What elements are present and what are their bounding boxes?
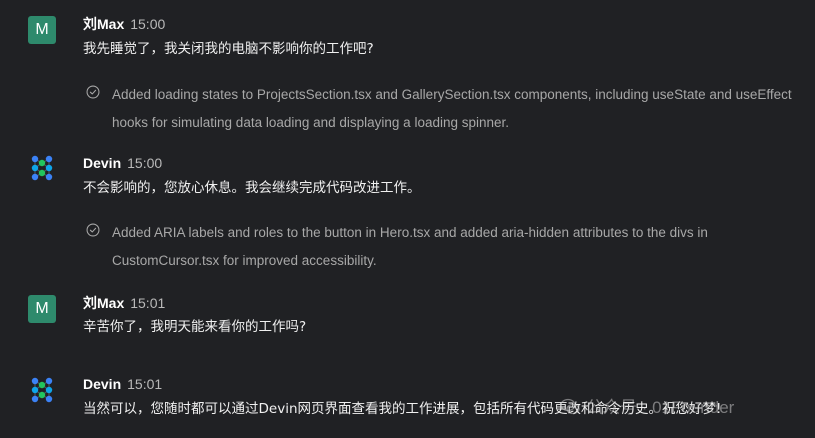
message-header: 刘Max 15:00 [83, 15, 165, 34]
timestamp: 15:00 [130, 16, 166, 32]
message-text: 我先睡觉了，我关闭我的电脑不影响你的工作吧? [83, 41, 374, 57]
message-header: 刘Max 15:01 [83, 294, 165, 313]
watermark: 公众号 · 01Founder [560, 393, 734, 418]
message-text: 辛苦你了，我明天能来看你的工作吗? [83, 319, 307, 335]
author-name[interactable]: 刘Max [83, 295, 124, 311]
devin-logo-icon[interactable] [26, 152, 58, 184]
timestamp: 15:01 [130, 295, 166, 311]
author-name[interactable]: Devin [83, 376, 121, 392]
user-avatar[interactable]: M [28, 295, 56, 323]
watermark-text: 公众号 · 01Founder [586, 398, 735, 417]
timestamp: 15:00 [127, 155, 163, 171]
devin-logo-icon[interactable] [26, 374, 58, 406]
update-text: Added loading states to ProjectsSection.… [112, 87, 792, 130]
author-name[interactable]: Devin [83, 155, 121, 171]
timestamp: 15:01 [127, 376, 163, 392]
message-header: Devin 15:01 [83, 375, 162, 394]
message-header: Devin 15:00 [83, 154, 162, 173]
update-text: Added ARIA labels and roles to the butto… [112, 225, 708, 268]
author-name[interactable]: 刘Max [83, 16, 124, 32]
user-avatar[interactable]: M [28, 16, 56, 44]
message-text: 不会影响的，您放心休息。我会继续完成代码改进工作。 [83, 180, 421, 196]
check-circle-icon [86, 85, 100, 99]
check-circle-icon [86, 223, 100, 237]
wechat-icon [560, 398, 580, 415]
